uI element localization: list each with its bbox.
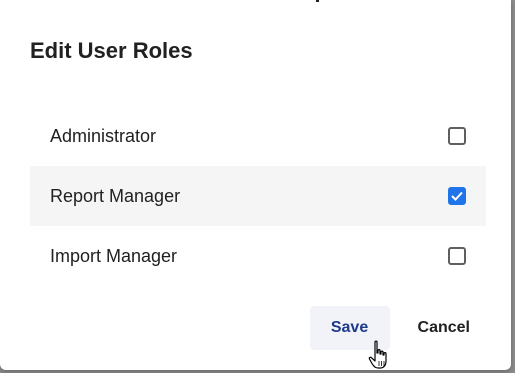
top-edge-mark [316,0,319,2]
report-manager-checkbox[interactable] [448,187,466,205]
role-label: Administrator [50,125,157,146]
administrator-checkbox[interactable] [448,127,466,145]
role-label: Import Manager [50,245,178,266]
edit-user-roles-dialog: Edit User Roles Administrator Report Man… [0,0,511,370]
role-list: Administrator Report Manager Import Mana… [30,106,486,286]
role-row-report-manager[interactable]: Report Manager [30,166,486,226]
role-label: Report Manager [50,185,181,206]
hand-pointer-icon [368,340,387,369]
dialog-title: Edit User Roles [30,38,193,63]
dialog-actions: Save Cancel [309,306,486,350]
role-row-administrator[interactable]: Administrator [30,106,486,166]
role-row-import-manager[interactable]: Import Manager [30,226,486,286]
import-manager-checkbox[interactable] [448,247,466,265]
cancel-button[interactable]: Cancel [402,306,486,350]
check-icon [451,191,463,201]
